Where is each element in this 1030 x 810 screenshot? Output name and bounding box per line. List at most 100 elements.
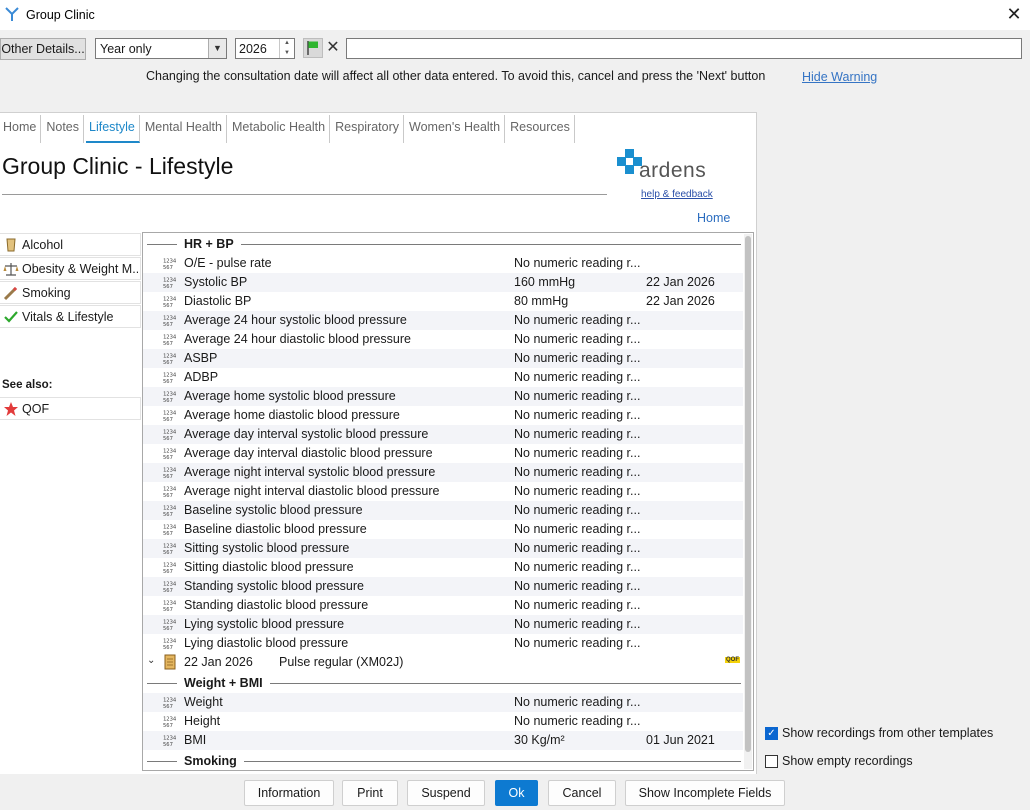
recording-field-row[interactable]: 1234 567 Height No numeric reading r... xyxy=(143,712,743,731)
recording-field-row[interactable]: 1234 567 Weight No numeric reading r... xyxy=(143,693,743,712)
field-value[interactable]: No numeric reading r... xyxy=(514,256,640,270)
checkbox-checked-icon[interactable]: ✓ xyxy=(765,727,778,740)
field-value[interactable]: No numeric reading r... xyxy=(514,313,640,327)
checkbox-unchecked-icon[interactable] xyxy=(765,755,778,768)
recording-row[interactable]: ⌄ 22 Jan 2026 Pulse regular (XM02J) QOF xyxy=(143,653,743,672)
svg-text:567: 567 xyxy=(163,303,173,308)
recording-field-row[interactable]: 1234 567 Lying diastolic blood pressure No … xyxy=(143,634,743,653)
nav-item-qof[interactable]: QOF xyxy=(0,397,141,421)
field-name: Average night interval diastolic blood p… xyxy=(184,484,440,498)
recording-field-row[interactable]: 1234 567 Average home diastolic blood pres… xyxy=(143,406,743,425)
list-scrollbar[interactable] xyxy=(744,234,752,769)
chevron-down-icon[interactable]: ▼ xyxy=(208,39,226,58)
print-button[interactable]: Print xyxy=(342,780,398,806)
field-value[interactable]: No numeric reading r... xyxy=(514,503,640,517)
recording-field-row[interactable]: 1234 567 Sitting diastolic blood pressure N… xyxy=(143,558,743,577)
close-icon[interactable]: ✕ xyxy=(1004,4,1024,24)
recording-field-row[interactable]: 1234 567 Average day interval systolic blo… xyxy=(143,425,743,444)
field-value[interactable]: No numeric reading r... xyxy=(514,446,640,460)
section-header-smoking: Smoking xyxy=(147,752,741,770)
field-value[interactable]: No numeric reading r... xyxy=(514,579,640,593)
cancel-button[interactable]: Cancel xyxy=(548,780,616,806)
recording-field-row[interactable]: 1234 567 BMI 30 Kg/m² 01 Jun 2021 xyxy=(143,731,743,750)
tab-notes[interactable]: Notes xyxy=(43,115,84,143)
year-spin[interactable]: ▲ ▼ xyxy=(279,39,294,58)
hide-warning-link[interactable]: Hide Warning xyxy=(802,70,877,84)
tab-respiratory[interactable]: Respiratory xyxy=(332,115,405,143)
information-button[interactable]: Information xyxy=(244,780,334,806)
field-value[interactable]: No numeric reading r... xyxy=(514,484,640,498)
recording-field-row[interactable]: 1234 567 Average home systolic blood press… xyxy=(143,387,743,406)
field-value[interactable]: 30 Kg/m² xyxy=(514,733,565,747)
home-link[interactable]: Home xyxy=(697,211,730,225)
tab-resources[interactable]: Resources xyxy=(507,115,575,143)
recording-field-row[interactable]: 1234 567 Average 24 hour systolic blood pr… xyxy=(143,311,743,330)
recording-field-row[interactable]: 1234 567 O/E - pulse rate No numeric readin… xyxy=(143,254,743,273)
field-value[interactable]: No numeric reading r... xyxy=(514,408,640,422)
svg-text:567: 567 xyxy=(163,379,173,384)
recording-field-row[interactable]: 1234 567 Standing systolic blood pressure N… xyxy=(143,577,743,596)
clear-icon[interactable]: ✕ xyxy=(324,38,342,58)
recording-field-row[interactable]: 1234 567 Lying systolic blood pressure No n… xyxy=(143,615,743,634)
other-details-button[interactable]: Other Details... xyxy=(0,38,86,60)
recording-field-row[interactable]: 1234 567 Average day interval diastolic bl… xyxy=(143,444,743,463)
field-value[interactable]: No numeric reading r... xyxy=(514,389,640,403)
field-value[interactable]: No numeric reading r... xyxy=(514,541,640,555)
recording-field-row[interactable]: 1234 567 Average night interval systolic b… xyxy=(143,463,743,482)
recording-field-row[interactable]: 1234 567 Standing diastolic blood pressure… xyxy=(143,596,743,615)
recording-field-row[interactable]: 1234 567 Average night interval diastolic … xyxy=(143,482,743,501)
period-select[interactable]: Year only ▼ xyxy=(95,38,227,59)
field-value[interactable]: No numeric reading r... xyxy=(514,598,640,612)
recording-field-row[interactable]: 1234 567 ADBP No numeric reading r... xyxy=(143,368,743,387)
show-incomplete-fields-button[interactable]: Show Incomplete Fields xyxy=(625,780,785,806)
field-value[interactable]: No numeric reading r... xyxy=(514,560,640,574)
check-icon xyxy=(4,311,18,323)
recording-field-row[interactable]: 1234 567 Systolic BP 160 mmHg 22 Jan 2026 xyxy=(143,273,743,292)
recording-field-row[interactable]: 1234 567 Average 24 hour diastolic blood p… xyxy=(143,330,743,349)
nav-item-alcohol[interactable]: Alcohol xyxy=(0,233,141,256)
help-feedback-link[interactable]: help & feedback xyxy=(641,189,713,200)
field-value[interactable]: 160 mmHg xyxy=(514,275,575,289)
scrollbar-thumb[interactable] xyxy=(745,236,751,752)
code-icon: 1234567 xyxy=(163,468,177,480)
field-value[interactable]: No numeric reading r... xyxy=(514,695,640,709)
field-value[interactable]: No numeric reading r... xyxy=(514,636,640,650)
flag-button[interactable] xyxy=(303,38,323,58)
spin-down-icon[interactable]: ▼ xyxy=(280,49,294,59)
title-bar: Group Clinic ✕ xyxy=(0,0,1030,30)
field-value[interactable]: No numeric reading r... xyxy=(514,332,640,346)
suspend-button[interactable]: Suspend xyxy=(407,780,485,806)
nav-item-smoking[interactable]: Smoking xyxy=(0,281,141,304)
recording-field-row[interactable]: 1234 567 ASBP No numeric reading r... xyxy=(143,349,743,368)
svg-text:1234: 1234 xyxy=(163,582,177,588)
field-name: Baseline diastolic blood pressure xyxy=(184,522,367,536)
tab-womens-health[interactable]: Women's Health xyxy=(406,115,506,143)
year-stepper[interactable]: 2026 ▲ ▼ xyxy=(235,38,295,59)
svg-text:567: 567 xyxy=(163,474,173,479)
field-value[interactable]: No numeric reading r... xyxy=(514,427,640,441)
recording-field-row[interactable]: 1234 567 Baseline systolic blood pressure N… xyxy=(143,501,743,520)
field-value[interactable]: 80 mmHg xyxy=(514,294,568,308)
nav-item-label: Smoking xyxy=(22,286,71,300)
nav-item-obesity-weight[interactable]: Obesity & Weight M... xyxy=(0,257,141,280)
field-value[interactable]: No numeric reading r... xyxy=(514,370,640,384)
field-value[interactable]: No numeric reading r... xyxy=(514,522,640,536)
spin-up-icon[interactable]: ▲ xyxy=(280,39,294,49)
svg-text:567: 567 xyxy=(163,550,173,555)
chevron-down-icon[interactable]: ⌄ xyxy=(147,655,155,666)
field-value[interactable]: No numeric reading r... xyxy=(514,617,640,631)
tab-metabolic-health[interactable]: Metabolic Health xyxy=(229,115,331,143)
tab-lifestyle[interactable]: Lifestyle xyxy=(86,115,140,143)
tab-home[interactable]: Home xyxy=(0,115,42,143)
field-value[interactable]: No numeric reading r... xyxy=(514,714,640,728)
consultation-text-input[interactable] xyxy=(346,38,1022,59)
field-value[interactable]: No numeric reading r... xyxy=(514,465,640,479)
tab-mental-health[interactable]: Mental Health xyxy=(142,115,227,143)
field-value[interactable]: No numeric reading r... xyxy=(514,351,640,365)
recording-field-row[interactable]: 1234 567 Baseline diastolic blood pressure… xyxy=(143,520,743,539)
recording-field-row[interactable]: 1234 567 Sitting systolic blood pressure No… xyxy=(143,539,743,558)
ok-button[interactable]: Ok xyxy=(495,780,538,806)
nav-item-vitals-lifestyle[interactable]: Vitals & Lifestyle xyxy=(0,305,141,328)
recording-field-row[interactable]: 1234 567 Diastolic BP 80 mmHg 22 Jan 2026 xyxy=(143,292,743,311)
field-name: Diastolic BP xyxy=(184,294,252,308)
